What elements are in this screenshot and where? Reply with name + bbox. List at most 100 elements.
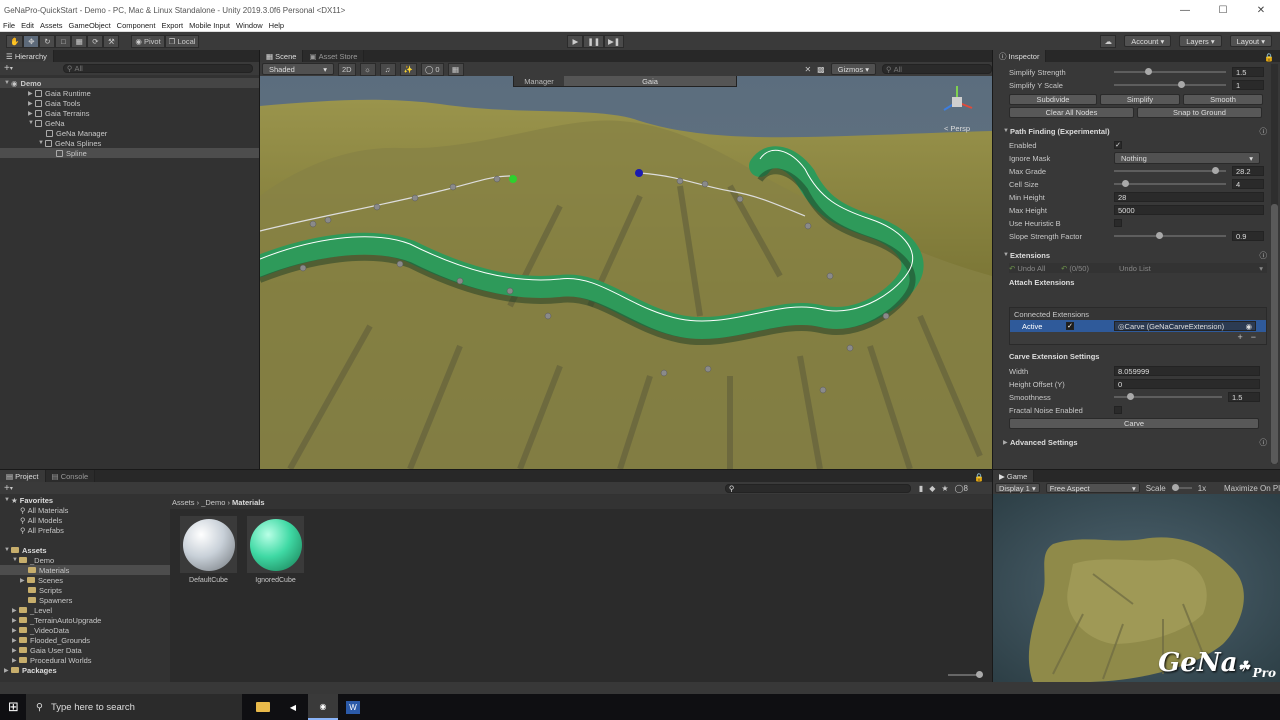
account-dropdown[interactable]: Account ▾ <box>1124 35 1172 47</box>
cell-size-slider[interactable] <box>1114 180 1226 187</box>
path-finding-header[interactable]: ▼ Path Finding (Experimental) ⓘ <box>1003 126 1267 136</box>
smoothness-field[interactable]: 1.5 <box>1228 392 1260 402</box>
layers-dropdown[interactable]: Layers ▾ <box>1179 35 1222 47</box>
menu-gameobject[interactable]: GameObject <box>69 21 111 30</box>
slope-slider[interactable] <box>1114 232 1226 239</box>
remove-extension-icon[interactable]: − <box>1251 332 1256 344</box>
custom-tool-icon[interactable]: ⚒ <box>103 34 120 48</box>
hidden-objects-toggle[interactable]: ◯ 0 <box>420 62 444 76</box>
help-icon[interactable]: ⓘ <box>1260 250 1268 261</box>
slider-knob[interactable] <box>1144 68 1152 75</box>
close-icon[interactable]: ✕ <box>1242 5 1280 16</box>
folder-row[interactable]: Spawners <box>0 595 170 605</box>
favorite-icon[interactable]: ★ <box>941 484 948 493</box>
folder-row[interactable]: Scripts <box>0 585 170 595</box>
shading-dropdown[interactable]: Shaded ▾ <box>262 63 334 75</box>
undo-count-button[interactable]: ↶ (0/50) <box>1061 263 1117 273</box>
breadcrumb-assets[interactable]: Assets <box>172 498 195 507</box>
foldout-icon[interactable]: ▶ <box>4 667 11 674</box>
simplify-y-scale-slider[interactable] <box>1114 81 1226 88</box>
foldout-icon[interactable]: ▼ <box>4 497 11 503</box>
folder-row[interactable]: ▶ Gaia User Data <box>0 645 170 655</box>
audio-toggle-icon[interactable]: ♫ <box>379 62 396 76</box>
tools-icon[interactable]: ✕ <box>804 65 811 74</box>
ignore-mask-dropdown[interactable]: Nothing ▾ <box>1114 152 1260 164</box>
foldout-icon[interactable]: ▶ <box>12 647 19 654</box>
filter-label-icon[interactable]: ◆ <box>929 484 935 493</box>
foldout-icon[interactable]: ▼ <box>12 557 19 563</box>
taskbar-search-input[interactable]: ⚲ Type here to search <box>26 694 242 720</box>
undo-list-dropdown[interactable]: Undo List ▾ <box>1119 263 1267 273</box>
lock-icon[interactable]: 🔒 <box>974 473 984 482</box>
layout-dropdown[interactable]: Layout ▾ <box>1229 35 1272 47</box>
grid-toggle-icon[interactable]: ▦ <box>447 62 464 76</box>
scene-viewport[interactable]: Manager Gaia < Persp <box>260 76 992 469</box>
folder-row[interactable]: ▶ Procedural Worlds <box>0 655 170 665</box>
help-icon[interactable]: ⓘ <box>1260 437 1268 448</box>
play-button[interactable]: ▶ <box>567 34 584 48</box>
slider-knob[interactable] <box>1127 393 1135 400</box>
scrollbar-thumb[interactable] <box>1271 204 1278 464</box>
camera-icon[interactable]: ▩ <box>817 65 825 74</box>
folder-row[interactable]: ▶ Scenes <box>0 575 170 585</box>
simplify-strength-slider[interactable] <box>1114 68 1226 75</box>
simplify-y-scale-field[interactable]: 1 <box>1232 80 1264 90</box>
add-dropdown-icon[interactable]: ▾ <box>10 65 13 72</box>
max-grade-field[interactable]: 28.2 <box>1232 166 1264 176</box>
lighting-toggle-icon[interactable]: ☼ <box>359 62 376 76</box>
smooth-button[interactable]: Smooth <box>1183 94 1263 105</box>
scale-tool-icon[interactable]: □ <box>55 34 72 48</box>
foldout-icon[interactable]: ▼ <box>4 547 11 553</box>
cell-size-field[interactable]: 4 <box>1232 179 1264 189</box>
help-icon[interactable]: ⓘ <box>1260 126 1268 137</box>
slider-knob[interactable] <box>1171 484 1179 491</box>
foldout-icon[interactable]: ▶ <box>12 657 19 664</box>
tab-console[interactable]: ▤ Console <box>45 470 96 482</box>
pivot-toggle[interactable]: ◉ Pivot <box>131 34 165 48</box>
step-button[interactable]: ▶❚ <box>604 34 625 48</box>
breadcrumb-demo[interactable]: _Demo <box>201 498 225 507</box>
foldout-icon[interactable]: ▶ <box>20 577 27 584</box>
folder-row[interactable]: ▶ _TerrainAutoUpgrade <box>0 615 170 625</box>
foldout-icon[interactable]: ▼ <box>28 120 35 126</box>
menu-window[interactable]: Window <box>236 21 263 30</box>
assets-row[interactable]: ▼ Assets <box>0 545 170 555</box>
foldout-icon[interactable]: ▼ <box>1003 128 1010 134</box>
enabled-checkbox[interactable]: ✓ <box>1114 141 1122 149</box>
undo-all-button[interactable]: ↶ Undo All <box>1009 263 1059 273</box>
move-tool-icon[interactable]: ✥ <box>23 34 40 48</box>
add-dropdown-icon[interactable]: ▾ <box>10 485 13 492</box>
pause-button[interactable]: ❚❚ <box>583 34 604 48</box>
gizmos-dropdown[interactable]: Gizmos ▾ <box>830 63 876 75</box>
hierarchy-row[interactable]: ▶ Gaia Terrains <box>0 108 259 118</box>
foldout-icon[interactable]: ▼ <box>38 140 45 146</box>
scale-slider[interactable] <box>1171 484 1192 491</box>
folder-row[interactable]: ▶ _VideoData <box>0 625 170 635</box>
perspective-label[interactable]: < Persp <box>934 124 980 133</box>
foldout-icon[interactable]: ▼ <box>1003 252 1010 258</box>
file-explorer-icon[interactable] <box>248 694 278 720</box>
overlay-tab-gaia[interactable]: Gaia <box>564 76 736 86</box>
hidden-packages-icon[interactable]: ◯ <box>955 484 964 493</box>
foldout-icon[interactable]: ▶ <box>12 637 19 644</box>
extensions-header[interactable]: ▼ Extensions ⓘ <box>1003 250 1267 260</box>
cloud-icon[interactable]: ☁ <box>1100 34 1117 48</box>
max-height-field[interactable]: 5000 <box>1114 205 1264 215</box>
word-icon[interactable]: W <box>338 694 368 720</box>
menu-assets[interactable]: Assets <box>40 21 63 30</box>
foldout-icon[interactable]: ▶ <box>12 607 19 614</box>
rotate-tool-icon[interactable]: ↻ <box>39 34 56 48</box>
icon-size-slider[interactable] <box>948 671 983 678</box>
foldout-icon[interactable]: ▶ <box>28 110 35 117</box>
overlay-tab-manager[interactable]: Manager <box>514 76 564 86</box>
effects-toggle-icon[interactable]: ✨ <box>399 62 417 76</box>
rect-tool-icon[interactable]: ▦ <box>71 34 88 48</box>
foldout-icon[interactable]: ▶ <box>28 100 35 107</box>
favorite-item[interactable]: ⚲ All Models <box>0 515 170 525</box>
display-dropdown[interactable]: Display 1 ▾ <box>995 483 1040 493</box>
max-grade-slider[interactable] <box>1114 167 1226 174</box>
hand-tool-icon[interactable]: ✋ <box>6 34 24 48</box>
tab-asset-store[interactable]: ▣ Asset Store <box>303 50 365 62</box>
hierarchy-row[interactable]: GeNa Manager <box>0 128 259 138</box>
simplify-strength-field[interactable]: 1.5 <box>1232 67 1264 77</box>
